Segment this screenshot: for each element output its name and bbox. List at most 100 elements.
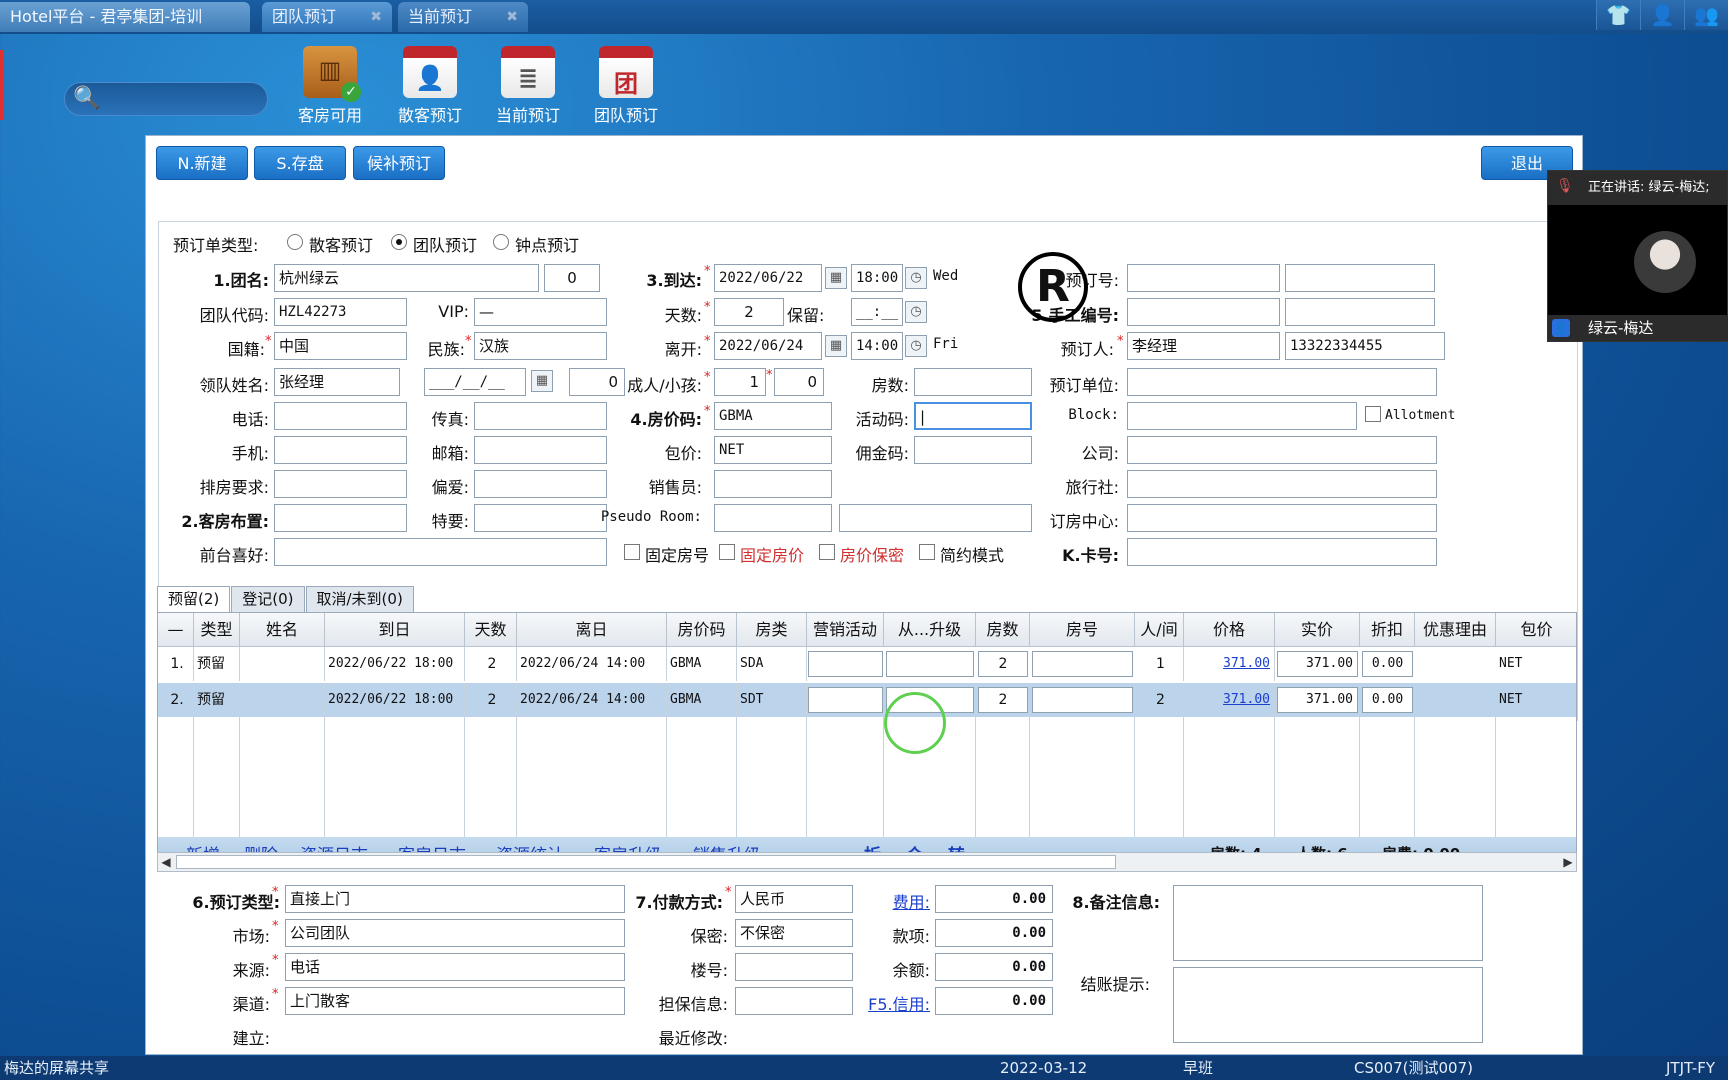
leader-date-field[interactable]: ___/__/__ (424, 368, 526, 396)
rooms-cell[interactable]: 2 (978, 651, 1028, 677)
manual-no-field[interactable] (1127, 298, 1280, 326)
rooms-cell[interactable]: 2 (978, 687, 1028, 713)
user-group-icon[interactable]: 👥 (1684, 0, 1728, 30)
checkout-field[interactable] (1173, 967, 1483, 1043)
company-field[interactable] (1127, 436, 1437, 464)
radio-fit[interactable] (287, 234, 303, 250)
room-no-cell[interactable] (1032, 687, 1133, 713)
source-field[interactable]: 电话 (285, 953, 625, 981)
col-header[interactable]: 类型 (194, 613, 240, 647)
scroll-thumb[interactable] (176, 855, 1116, 869)
fixed-rate-checkbox[interactable] (719, 544, 735, 560)
credit-field[interactable]: 0.00 (935, 987, 1053, 1015)
commission-field[interactable] (914, 436, 1032, 464)
app-title-tab[interactable]: Hotel平台 - 君亭集团-培训 (0, 2, 250, 32)
fee-field[interactable]: 0.00 (935, 885, 1053, 913)
arrive-date-field[interactable]: 2022/06/22 (714, 264, 822, 292)
nationality-field[interactable]: 中国 (274, 332, 407, 360)
group-name-field[interactable]: 杭州绿云 (274, 264, 539, 292)
horizontal-scrollbar[interactable]: ◀ ▶ (157, 852, 1577, 872)
new-button[interactable]: N.新建 (156, 146, 248, 180)
room-no-cell[interactable] (1032, 651, 1133, 677)
room-req-field[interactable] (274, 470, 407, 498)
user-icon[interactable]: 👤 (1640, 0, 1684, 30)
channel-field[interactable]: 上门散客 (285, 987, 625, 1015)
remark-field[interactable] (1173, 885, 1483, 961)
col-header[interactable]: 优惠理由 (1415, 613, 1496, 647)
col-header[interactable]: 房数 (976, 613, 1030, 647)
pseudo-field-1[interactable] (714, 504, 832, 532)
table-row[interactable]: 2. 预留 2022/06/22 18:00 2 2022/06/24 14:0… (158, 683, 1576, 717)
booker-phone-field[interactable]: 13322334455 (1285, 332, 1445, 360)
save-button[interactable]: S.存盘 (254, 146, 346, 180)
discount-cell[interactable]: 0.00 (1362, 687, 1413, 713)
price-link[interactable]: 371.00 (1184, 683, 1275, 717)
fixed-room-checkbox[interactable] (624, 544, 640, 560)
col-header[interactable]: 离日 (517, 613, 667, 647)
fax-field[interactable] (474, 402, 607, 430)
center-field[interactable] (1127, 504, 1437, 532)
toolbar-current-booking[interactable]: ≣ 当前预订 (488, 46, 568, 126)
fee-link[interactable]: 费用: (860, 889, 930, 913)
col-header[interactable]: 房号 (1030, 613, 1135, 647)
package-field[interactable]: NET (714, 436, 832, 464)
mobile-field[interactable] (274, 436, 407, 464)
col-header[interactable]: 从...升级 (884, 613, 976, 647)
radio-hourly[interactable] (493, 234, 509, 250)
tab-reserved[interactable]: 预留(2) (157, 586, 231, 612)
arrive-time-field[interactable]: 18:00 (851, 264, 903, 292)
days-field[interactable]: 2 (714, 298, 784, 326)
kcard-field[interactable] (1127, 538, 1437, 566)
search-box[interactable]: 🔍 (64, 82, 268, 116)
pref-field[interactable] (474, 470, 607, 498)
col-header[interactable]: — (158, 613, 194, 647)
block-field[interactable] (1127, 402, 1357, 430)
clock-icon[interactable]: ◷ (905, 301, 927, 323)
close-icon[interactable]: ✖ (506, 2, 518, 32)
col-header[interactable]: 营销活动 (807, 613, 884, 647)
promo-cell[interactable] (808, 687, 883, 713)
hold-field[interactable]: __:__ (851, 298, 903, 326)
market-field[interactable]: 公司团队 (285, 919, 625, 947)
col-header[interactable]: 房价码 (667, 613, 737, 647)
tab-current-booking[interactable]: 当前预订 ✖ (398, 2, 528, 32)
resv-type-field[interactable]: 直接上门 (285, 885, 625, 913)
vip-field[interactable]: — (474, 298, 607, 326)
building-field[interactable] (735, 953, 853, 981)
tab-cancelled[interactable]: 取消/未到(0) (305, 586, 414, 612)
tab-checked-in[interactable]: 登记(0) (231, 586, 305, 612)
pseudo-field-2[interactable] (839, 504, 1032, 532)
agency-field[interactable] (1127, 470, 1437, 498)
col-header[interactable]: 房类 (737, 613, 807, 647)
group-count-field[interactable]: 0 (544, 264, 600, 292)
adults-field[interactable]: 1 (714, 368, 766, 396)
allotment-checkbox[interactable] (1365, 406, 1381, 422)
special-field[interactable] (474, 504, 607, 532)
promo-field[interactable]: | (914, 402, 1032, 430)
booker-unit-field[interactable] (1127, 368, 1437, 396)
clock-icon[interactable]: ◷ (905, 267, 927, 289)
scroll-right-icon[interactable]: ▶ (1560, 853, 1576, 871)
email-field[interactable] (474, 436, 607, 464)
price-link[interactable]: 371.00 (1184, 647, 1275, 681)
phone-field[interactable] (274, 402, 407, 430)
secret-field[interactable]: 不保密 (735, 919, 853, 947)
col-header[interactable]: 价格 (1184, 613, 1275, 647)
simple-mode-checkbox[interactable] (919, 544, 935, 560)
ethnicity-field[interactable]: 汉族 (474, 332, 607, 360)
item-field[interactable]: 0.00 (935, 919, 1053, 947)
toolbar-group-booking[interactable]: 团 团队预订 (586, 46, 666, 126)
discount-cell[interactable]: 0.00 (1362, 651, 1413, 677)
calendar-icon[interactable]: ▦ (531, 370, 553, 392)
booker-field[interactable]: 李经理 (1127, 332, 1280, 360)
manual-no-field-2[interactable] (1285, 298, 1435, 326)
rate-code-field[interactable]: GBMA (714, 402, 832, 430)
leader-field[interactable]: 张经理 (274, 368, 400, 396)
resv-no-field-2[interactable] (1285, 264, 1435, 292)
room-layout-field[interactable] (274, 504, 407, 532)
toolbar-room-availability[interactable]: ▥ ✓ 客房可用 (290, 46, 370, 126)
col-header[interactable]: 人/间 (1135, 613, 1184, 647)
tab-group-booking[interactable]: 团队预订 ✖ (262, 2, 392, 32)
guarantee-field[interactable] (735, 987, 853, 1015)
balance-field[interactable]: 0.00 (935, 953, 1053, 981)
